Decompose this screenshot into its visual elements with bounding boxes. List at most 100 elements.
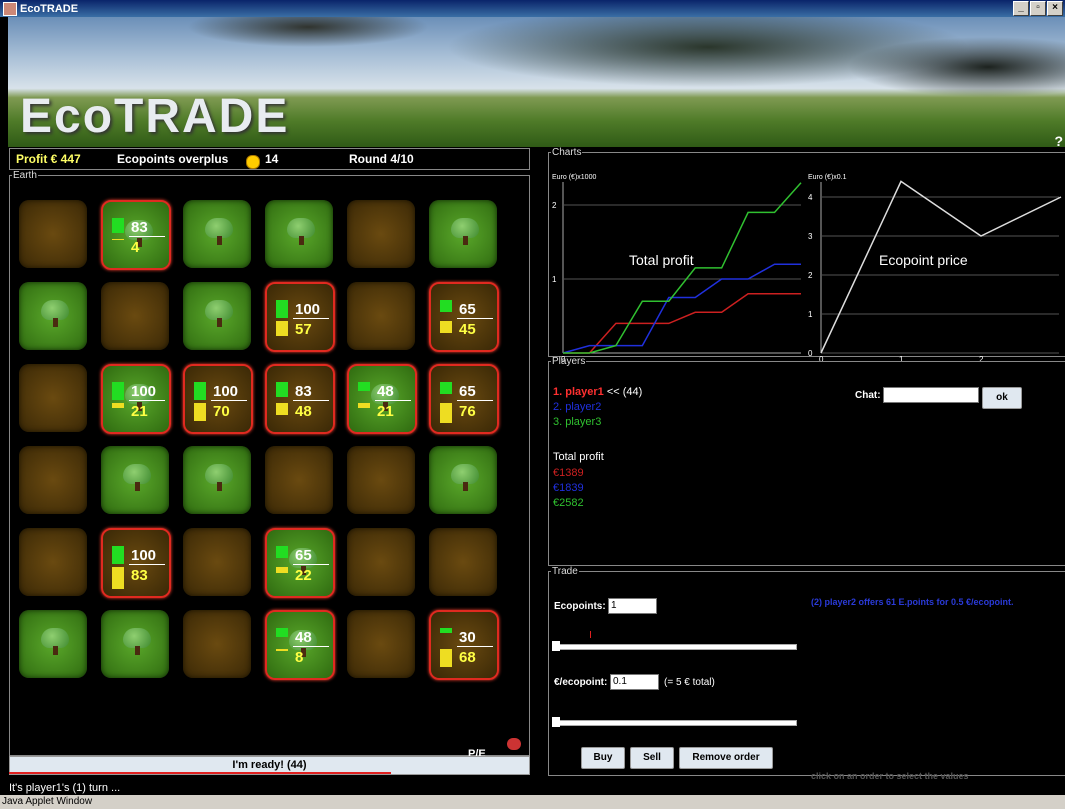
land-tile[interactable]: 65 45 [429, 282, 499, 352]
maximize-button[interactable]: ▫ [1030, 1, 1046, 16]
total-profit-label: Total profit [553, 451, 604, 463]
remove-order-button[interactable]: Remove order [679, 747, 773, 769]
land-tile[interactable]: 100 57 [265, 282, 335, 352]
profit-y-tick: 1 [552, 275, 557, 284]
value-divider [293, 646, 329, 647]
price-input[interactable]: 0.1 [610, 674, 659, 690]
ecopoint-value: 8 [295, 649, 304, 666]
ecopoint-bar [276, 321, 288, 336]
land-tile[interactable] [347, 528, 415, 596]
land-tile[interactable] [183, 282, 251, 350]
profit-value: 100 [131, 383, 157, 400]
ecopoint-bar [276, 403, 288, 415]
profit-value: 65 [459, 383, 476, 400]
trade-offer[interactable]: (2) player2 offers 61 E.points for 0.5 €… [811, 597, 1014, 607]
land-tile[interactable] [347, 200, 415, 268]
tree-toggle-icon[interactable] [507, 738, 521, 750]
land-tile[interactable]: 65 22 [265, 528, 335, 598]
value-divider [457, 646, 493, 647]
ecopoint-value: 22 [295, 567, 312, 584]
land-tile[interactable] [19, 200, 87, 268]
tree-icon [41, 300, 69, 327]
land-tile[interactable] [429, 446, 497, 514]
value-divider [457, 400, 493, 401]
land-tile[interactable] [183, 446, 251, 514]
land-tile[interactable] [101, 446, 169, 514]
land-tile[interactable]: 83 4 [101, 200, 171, 270]
ecopoint-bar [112, 403, 124, 408]
land-tile[interactable]: 48 21 [347, 364, 417, 434]
land-tile[interactable] [101, 282, 169, 350]
player-entry: 2. player2 [553, 400, 642, 415]
earth-legend: Earth [13, 170, 37, 181]
slider-marker [590, 631, 591, 638]
ecopoint-bar [358, 403, 370, 408]
land-tile[interactable] [101, 610, 169, 678]
profit-value: 48 [295, 629, 312, 646]
land-tile[interactable] [183, 528, 251, 596]
buy-button[interactable]: Buy [581, 747, 625, 769]
value-divider [293, 318, 329, 319]
ecopoints-slider-thumb[interactable] [552, 641, 560, 651]
tree-icon [123, 628, 151, 655]
land-tile[interactable]: 100 83 [101, 528, 171, 598]
profit-value: 48 [377, 383, 394, 400]
ecopoint-bar [112, 567, 124, 589]
profit-value: 100 [213, 383, 239, 400]
profit-axis-label: Euro (€)x1000 [552, 174, 596, 181]
profit-value: 83 [295, 383, 312, 400]
profit-bar [440, 628, 452, 633]
window-titlebar: EcoTRADE _ ▫ × [0, 0, 1065, 17]
player-list: 1. player1 << (44) 2. player2 3. player3 [553, 385, 642, 430]
ecopoint-value: 4 [131, 239, 140, 256]
tree-icon [41, 628, 69, 655]
land-tile[interactable] [19, 364, 87, 432]
ecopoints-input[interactable]: 1 [608, 598, 657, 614]
trade-panel: Trade Ecopoints: 1 €/ecopoint: 0.1 (= 5 … [548, 566, 1065, 781]
price-y-tick: 3 [808, 232, 813, 241]
land-tile[interactable] [265, 446, 333, 514]
close-button[interactable]: × [1047, 1, 1063, 16]
chat-input[interactable] [883, 387, 979, 403]
land-tile[interactable]: 30 68 [429, 610, 499, 680]
profit-bar [440, 300, 452, 312]
price-axis-label: Euro (€)x0.1 [808, 174, 847, 181]
sell-button[interactable]: Sell [630, 747, 674, 769]
land-tile[interactable] [347, 446, 415, 514]
land-tile[interactable] [265, 200, 333, 268]
status-bar: Profit € 447 Ecopoints overplus 14 Round… [9, 148, 530, 170]
land-tile[interactable] [19, 282, 87, 350]
land-tile[interactable]: 83 48 [265, 364, 335, 434]
land-tile[interactable] [347, 282, 415, 350]
players-legend: Players [552, 356, 586, 367]
ecopoint-value: 21 [377, 403, 394, 420]
chat-ok-button[interactable]: ok [982, 387, 1022, 409]
land-tile[interactable]: 100 70 [183, 364, 253, 434]
land-tile[interactable] [19, 610, 87, 678]
price-slider[interactable] [552, 720, 797, 726]
land-tile[interactable] [347, 610, 415, 678]
value-divider [211, 400, 247, 401]
price-slider-thumb[interactable] [552, 717, 560, 727]
land-tile[interactable]: 48 8 [265, 610, 335, 680]
minimize-button[interactable]: _ [1013, 1, 1029, 16]
land-tile[interactable] [429, 528, 497, 596]
land-tile[interactable] [183, 200, 251, 268]
land-tile[interactable]: 100 21 [101, 364, 171, 434]
ecopoints-slider[interactable] [552, 644, 797, 650]
land-tile[interactable]: 65 76 [429, 364, 499, 434]
price-y-tick: 1 [808, 310, 813, 319]
tree-icon [451, 464, 479, 491]
land-tile[interactable] [183, 610, 251, 678]
tree-icon [205, 300, 233, 327]
trade-hint: click on an order to select the values [811, 771, 969, 781]
ecopoint-bar [194, 403, 206, 421]
tree-icon [287, 218, 315, 245]
price-y-tick: 2 [808, 271, 813, 280]
land-tile[interactable] [19, 528, 87, 596]
price-total: (= 5 € total) [664, 677, 715, 688]
land-tile[interactable] [429, 200, 497, 268]
land-tile[interactable] [19, 446, 87, 514]
profit-series-line [562, 263, 801, 354]
earth-panel: Earth 83 4 100 57 65 45 100 21 100 70 83 48 48 21 65 76… [9, 170, 530, 760]
